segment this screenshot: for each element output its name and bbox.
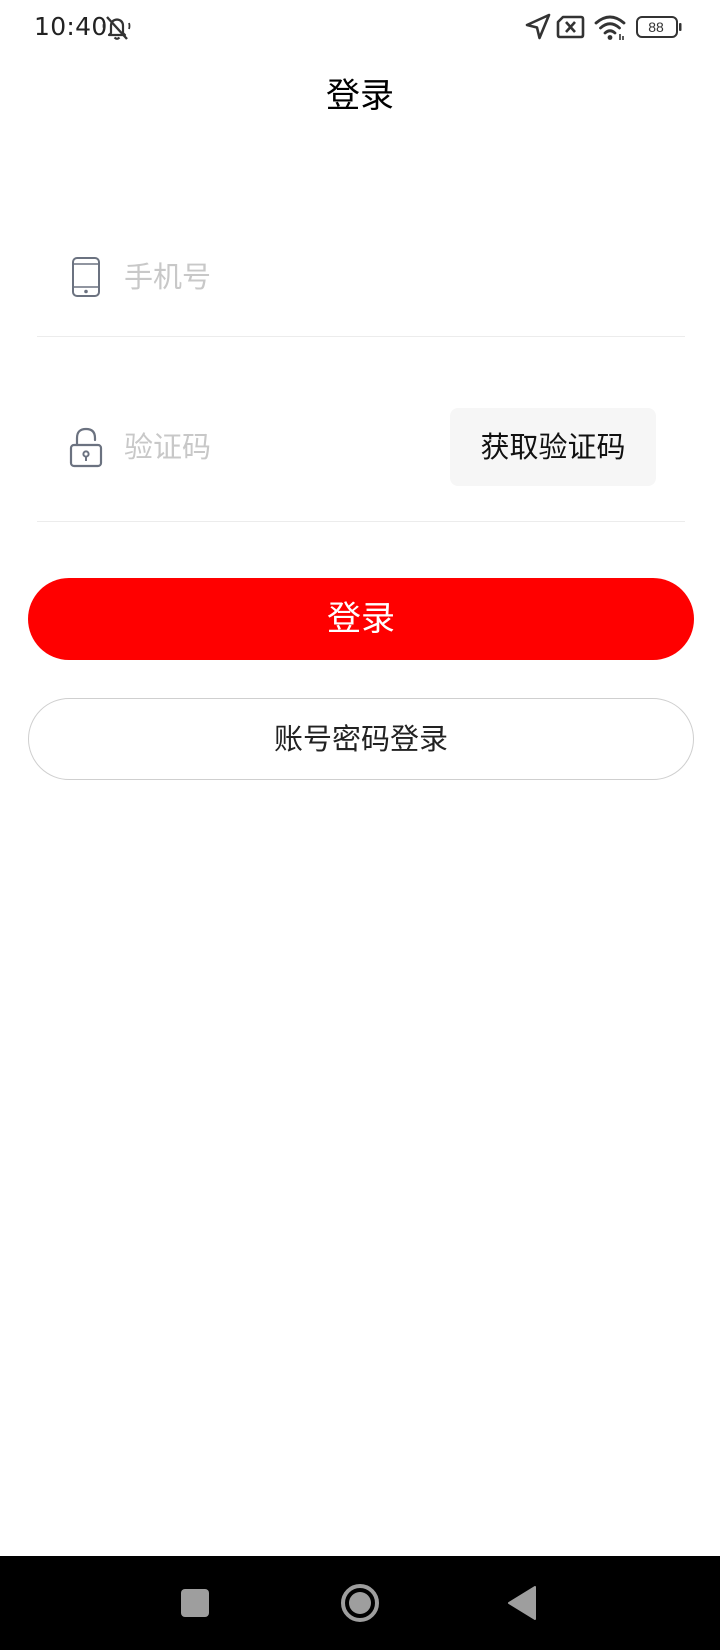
code-divider [37, 521, 685, 522]
code-input[interactable] [124, 423, 424, 471]
phone-icon [72, 257, 100, 297]
lock-icon [69, 427, 103, 468]
status-bar: 10:40 88 [0, 0, 720, 54]
password-login-button[interactable]: 账号密码登录 [28, 698, 694, 780]
code-row: 获取验证码 [37, 390, 685, 522]
mute-icon [102, 16, 131, 40]
home-icon[interactable] [335, 1578, 385, 1628]
page-title: 登录 [326, 76, 394, 116]
status-time: 10:40 [34, 12, 108, 41]
navigation-bar [0, 1556, 720, 1650]
phone-divider [37, 336, 685, 337]
phone-input[interactable] [124, 253, 644, 301]
back-icon[interactable] [500, 1578, 550, 1628]
get-code-button[interactable]: 获取验证码 [450, 408, 656, 486]
phone-row [37, 235, 685, 337]
wifi-icon [594, 15, 626, 40]
battery-icon: 88 [635, 12, 683, 42]
recents-icon[interactable] [170, 1578, 220, 1628]
no-sim-icon [556, 15, 585, 39]
login-button[interactable]: 登录 [28, 578, 694, 660]
battery-level: 88 [648, 19, 664, 35]
location-icon [525, 13, 551, 40]
